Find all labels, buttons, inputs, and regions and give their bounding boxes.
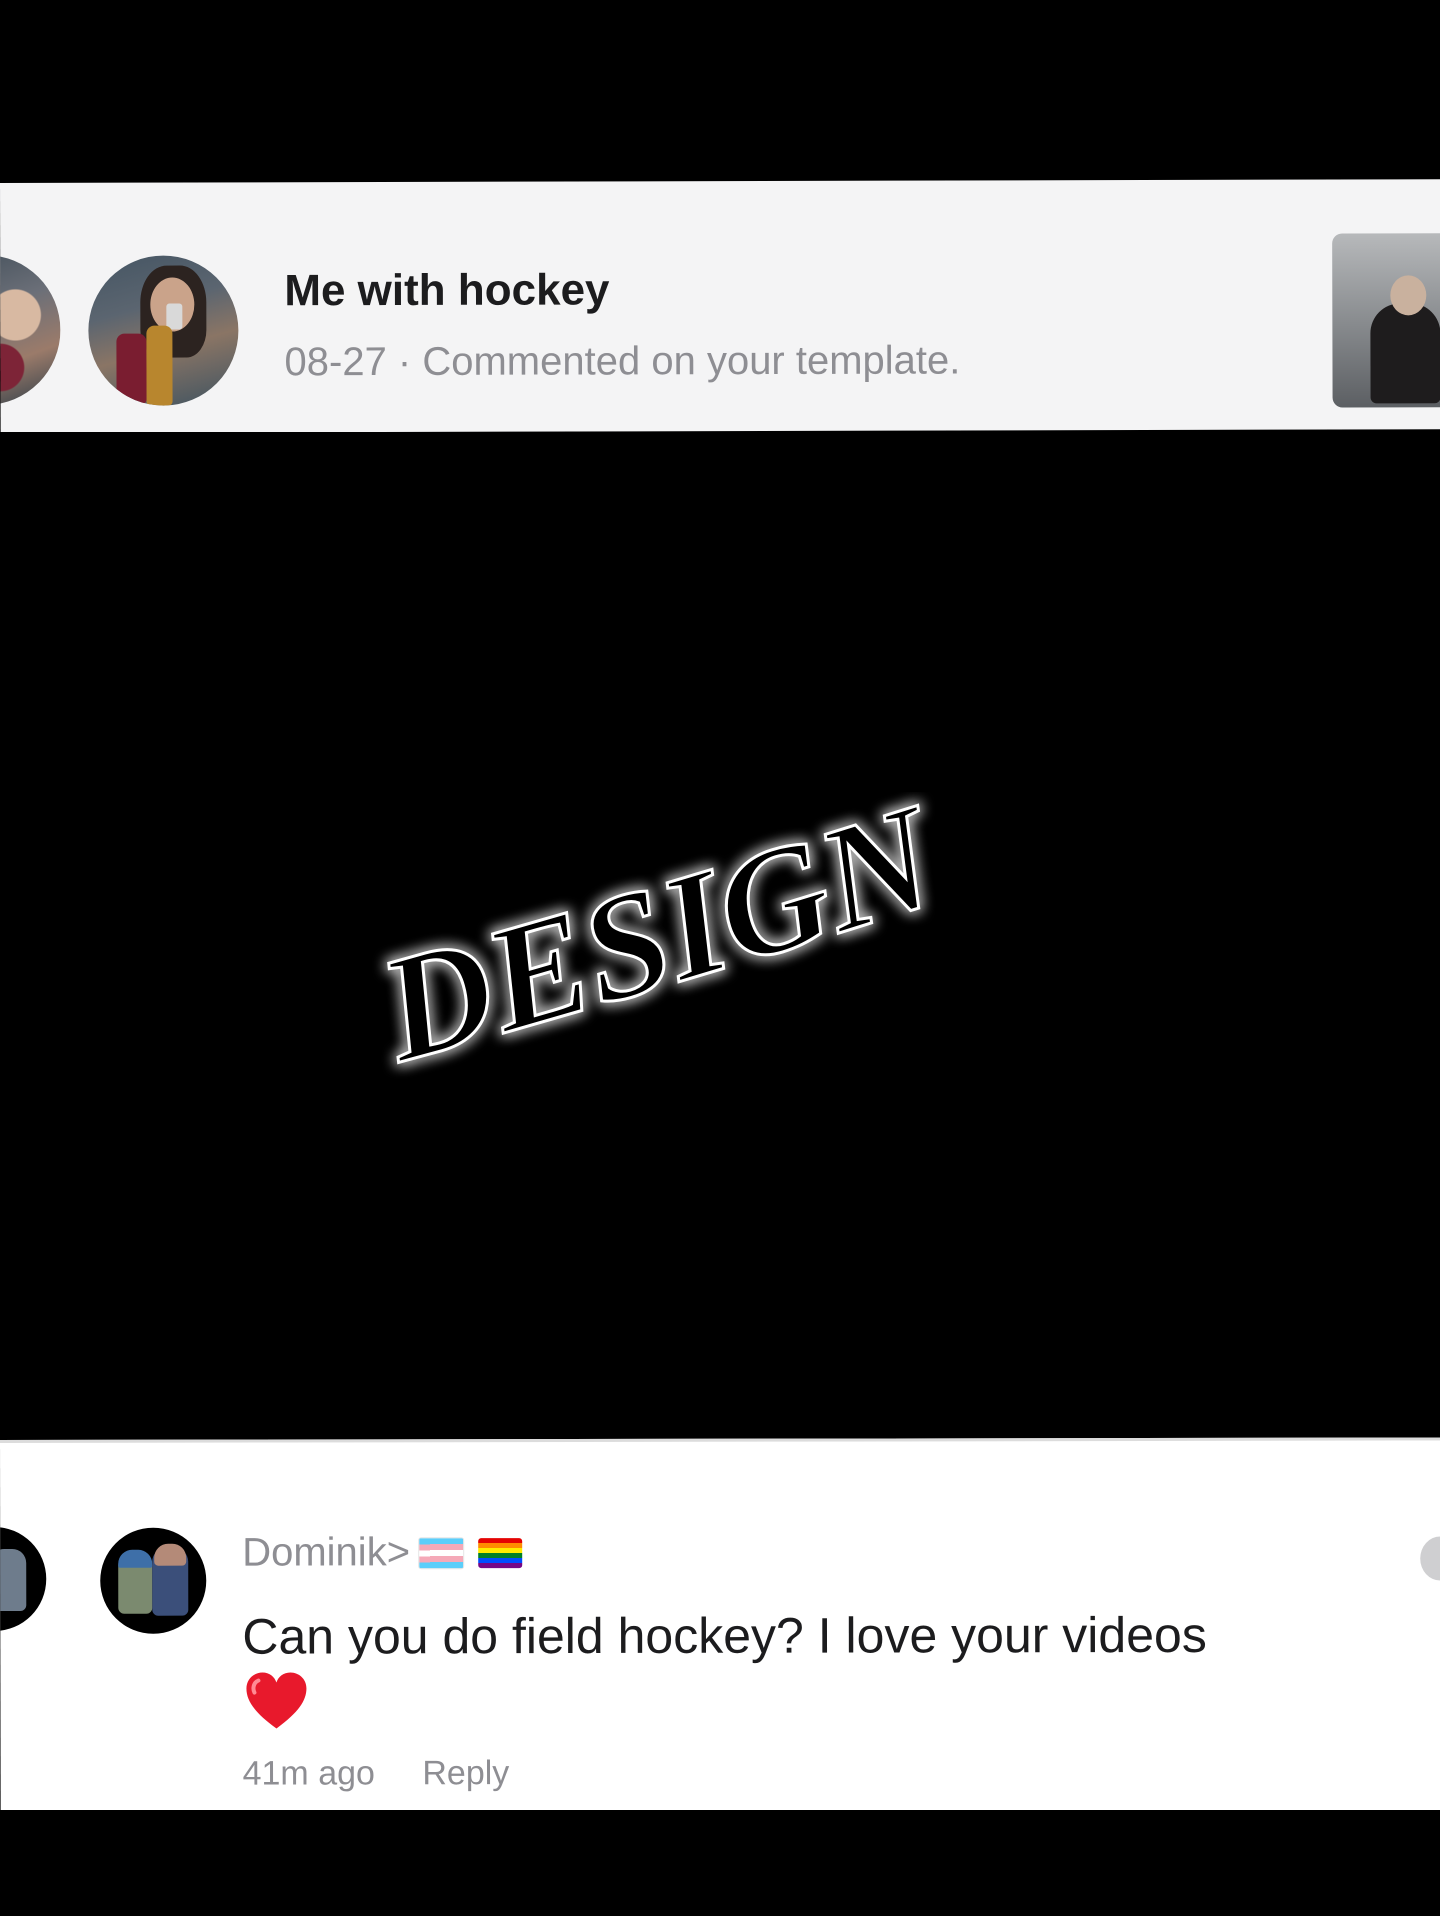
commenter-avatar[interactable]	[100, 1527, 207, 1634]
avatar-hat	[118, 1549, 153, 1568]
red-heart-icon	[246, 1672, 307, 1729]
design-word: DESIGN	[362, 792, 957, 1095]
user-avatar[interactable]	[88, 255, 239, 406]
username-text[interactable]: Dominik>	[242, 1530, 410, 1575]
notification-card[interactable]: Me with hockey 08-27 · Commented on your…	[0, 179, 1440, 433]
comment-meta: 41m ago Reply	[243, 1754, 510, 1793]
reply-button[interactable]: Reply	[422, 1754, 509, 1792]
commenter-name[interactable]: Dominik>	[242, 1530, 523, 1575]
notification-title[interactable]: Me with hockey	[284, 265, 609, 316]
transgender-flag-icon	[418, 1536, 465, 1569]
partial-avatar[interactable]	[0, 254, 61, 406]
avatar-figure	[0, 1548, 27, 1612]
thumbnail-figure	[1370, 303, 1440, 404]
avatar-phone	[166, 303, 183, 330]
avatar-bottle	[116, 333, 147, 404]
avatar-bottle	[146, 325, 173, 406]
partial-avatar[interactable]	[0, 1526, 47, 1632]
template-thumbnail[interactable]	[1332, 233, 1440, 408]
design-word-path: DESIGN	[360, 792, 958, 1096]
design-text-art: DESIGN	[360, 792, 958, 1096]
thumbnail-head	[1390, 275, 1427, 316]
bottom-black-bar	[0, 1810, 1440, 1916]
comment-text: Can you do field hockey? I love your vid…	[242, 1606, 1207, 1665]
rainbow-flag-icon	[478, 1537, 523, 1568]
design-preview: DESIGN	[0, 432, 1440, 1438]
notification-subtitle: 08-27 · Commented on your template.	[284, 338, 961, 385]
like-icon[interactable]	[1420, 1536, 1440, 1581]
comment-time: 41m ago	[242, 1754, 375, 1793]
avatar-hair	[154, 1543, 187, 1566]
comment-card[interactable]: Dominik> Can you do field hockey? I love…	[0, 1437, 1440, 1813]
